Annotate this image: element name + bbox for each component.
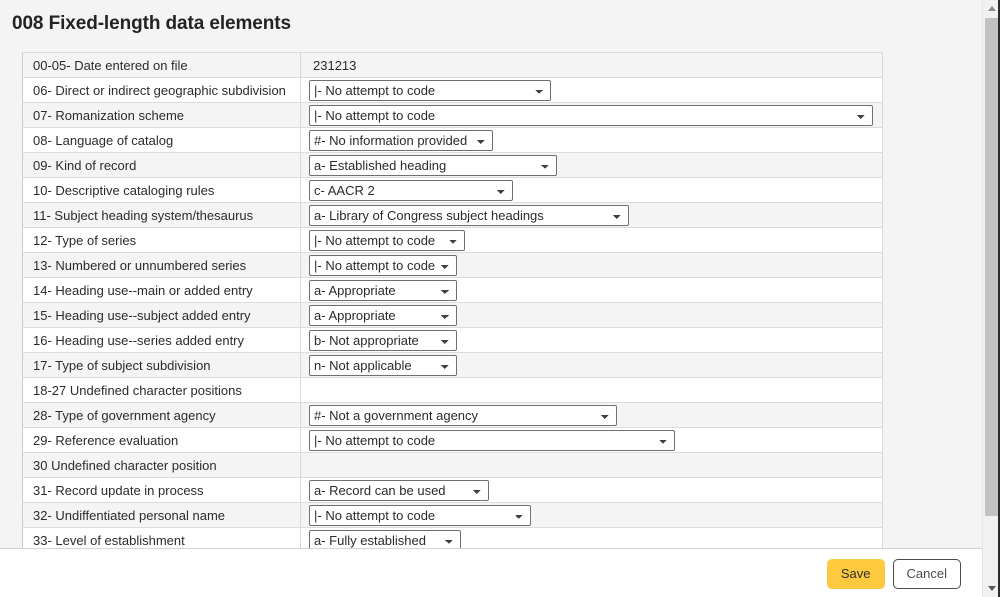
- field-select[interactable]: a- Appropriate: [309, 279, 457, 301]
- form-footer: Save Cancel: [0, 548, 982, 597]
- field-label: 32- Undiffentiated personal name: [22, 502, 301, 528]
- field-label: 30 Undefined character position: [22, 452, 301, 478]
- field-select[interactable]: |- No attempt to code: [309, 79, 551, 101]
- field-select[interactable]: #- No information provided: [309, 129, 493, 151]
- page-content: 008 Fixed-length data elements 00-05- Da…: [0, 0, 982, 597]
- field-label: 12- Type of series: [22, 227, 301, 253]
- field-value-cell: a- Appropriate: [300, 277, 883, 303]
- table-row: 33- Level of establishment a- Fully estab…: [22, 527, 883, 548]
- field-label: 09- Kind of record: [22, 152, 301, 178]
- table-row: 10- Descriptive cataloging rules c- AACR …: [22, 177, 883, 203]
- field-label: 29- Reference evaluation: [22, 427, 301, 453]
- save-button[interactable]: Save: [826, 559, 885, 589]
- field-value-cell: a- Fully established: [300, 527, 883, 548]
- field-value-cell: |- No attempt to code: [300, 427, 883, 453]
- field-label: 18-27 Undefined character positions: [22, 377, 301, 403]
- field-value-cell: 231213: [300, 52, 883, 78]
- field-value-cell: #- Not a government agency: [300, 402, 883, 428]
- cancel-button[interactable]: Cancel: [892, 559, 961, 589]
- field-value-cell: [300, 377, 883, 403]
- field-label: 14- Heading use--main or added entry: [22, 277, 301, 303]
- field-select[interactable]: |- No attempt to code: [309, 429, 675, 451]
- table-row: 32- Undiffentiated personal name |- No at…: [22, 502, 883, 528]
- field-select[interactable]: |- No attempt to code: [309, 104, 873, 126]
- field-value-cell: n- Not applicable: [300, 352, 883, 378]
- fixed-field-form-panel: 00-05- Date entered on file 231213 06- Dir…: [0, 44, 982, 548]
- table-row: 08- Language of catalog #- No information…: [22, 127, 883, 153]
- table-row: 31- Record update in process a- Record ca…: [22, 477, 883, 503]
- table-row: 11- Subject heading system/thesaurus a- L…: [22, 202, 883, 228]
- field-label: 31- Record update in process: [22, 477, 301, 503]
- field-label: 08- Language of catalog: [22, 127, 301, 153]
- field-value-cell: |- No attempt to code: [300, 102, 883, 128]
- field-select[interactable]: c- AACR 2: [309, 179, 513, 201]
- scrollbar-thumb[interactable]: [985, 18, 999, 516]
- table-row: 15- Heading use--subject added entry a- A…: [22, 302, 883, 328]
- field-label: 16- Heading use--series added entry: [22, 327, 301, 353]
- field-value-cell: a- Library of Congress subject headings: [300, 202, 883, 228]
- field-label: 00-05- Date entered on file: [22, 52, 301, 78]
- field-select[interactable]: a- Library of Congress subject headings: [309, 204, 629, 226]
- table-row: 07- Romanization scheme |- No attempt to …: [22, 102, 883, 128]
- field-label: 11- Subject heading system/thesaurus: [22, 202, 301, 228]
- field-select[interactable]: a- Fully established: [309, 529, 461, 548]
- table-row: 28- Type of government agency #- Not a go…: [22, 402, 883, 428]
- field-value-cell: a- Established heading: [300, 152, 883, 178]
- table-row: 09- Kind of record a- Established heading: [22, 152, 883, 178]
- footer-actions: Save Cancel: [826, 559, 961, 589]
- table-row: 17- Type of subject subdivision n- Not ap…: [22, 352, 883, 378]
- table-row: 14- Heading use--main or added entry a- A…: [22, 277, 883, 303]
- field-value-cell: |- No attempt to code: [300, 502, 883, 528]
- field-select[interactable]: |- No attempt to code: [309, 229, 465, 251]
- field-select[interactable]: n- Not applicable: [309, 354, 457, 376]
- panel-right-gutter: [882, 44, 982, 548]
- field-value-cell: |- No attempt to code: [300, 77, 883, 103]
- field-value-cell: a- Record can be used: [300, 477, 883, 503]
- table-row: 29- Reference evaluation |- No attempt to…: [22, 427, 883, 453]
- field-select[interactable]: b- Not appropriate: [309, 329, 457, 351]
- field-value-cell: a- Appropriate: [300, 302, 883, 328]
- field-select[interactable]: |- No attempt to code: [309, 504, 531, 526]
- field-select[interactable]: |- No attempt to code: [309, 254, 457, 276]
- table-row: 00-05- Date entered on file 231213: [22, 52, 883, 78]
- field-label: 17- Type of subject subdivision: [22, 352, 301, 378]
- field-value-cell: [300, 452, 883, 478]
- field-label: 10- Descriptive cataloging rules: [22, 177, 301, 203]
- panel-left-gutter: [0, 44, 22, 548]
- fixed-field-table-body: 00-05- Date entered on file 231213 06- Dir…: [22, 52, 883, 548]
- field-static-value: 231213: [313, 57, 357, 73]
- field-select[interactable]: #- Not a government agency: [309, 404, 617, 426]
- page-title: 008 Fixed-length data elements: [12, 13, 291, 34]
- field-select[interactable]: a- Record can be used: [309, 479, 489, 501]
- field-value-cell: |- No attempt to code: [300, 252, 883, 278]
- fixed-field-table: 00-05- Date entered on file 231213 06- Dir…: [22, 52, 883, 548]
- table-row: 06- Direct or indirect geographic subdiv…: [22, 77, 883, 103]
- field-label: 07- Romanization scheme: [22, 102, 301, 128]
- panel-top-strip: [0, 44, 982, 52]
- field-label: 13- Numbered or unnumbered series: [22, 252, 301, 278]
- field-value-cell: b- Not appropriate: [300, 327, 883, 353]
- table-row: 18-27 Undefined character positions: [22, 377, 883, 403]
- field-label: 15- Heading use--subject added entry: [22, 302, 301, 328]
- table-row: 12- Type of series |- No attempt to code: [22, 227, 883, 253]
- field-label: 33- Level of establishment: [22, 527, 301, 548]
- browser-viewport: 008 Fixed-length data elements 00-05- Da…: [0, 0, 1000, 597]
- field-value-cell: |- No attempt to code: [300, 227, 883, 253]
- table-row: 13- Numbered or unnumbered series |- No a…: [22, 252, 883, 278]
- field-select[interactable]: a- Appropriate: [309, 304, 457, 326]
- table-row: 16- Heading use--series added entry b- No…: [22, 327, 883, 353]
- field-value-cell: #- No information provided: [300, 127, 883, 153]
- field-label: 28- Type of government agency: [22, 402, 301, 428]
- table-row: 30 Undefined character position: [22, 452, 883, 478]
- field-value-cell: c- AACR 2: [300, 177, 883, 203]
- field-select[interactable]: a- Established heading: [309, 154, 557, 176]
- field-label: 06- Direct or indirect geographic subdiv…: [22, 77, 301, 103]
